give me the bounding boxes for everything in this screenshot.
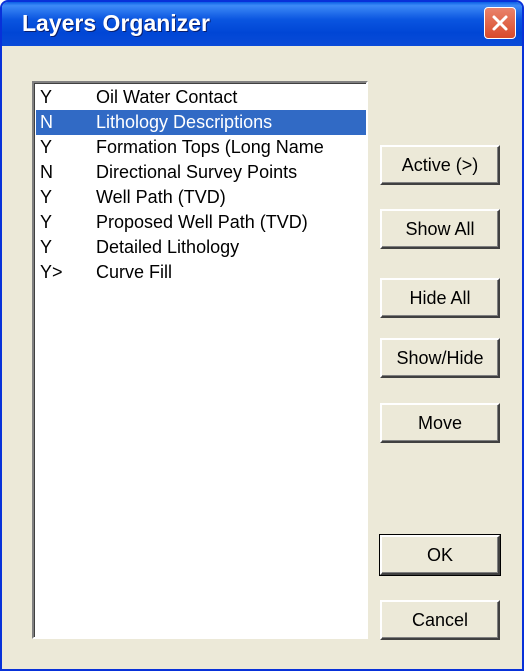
- show-hide-button[interactable]: Show/Hide: [380, 338, 500, 378]
- layer-visibility-flag: Y: [40, 212, 53, 232]
- layer-name: Oil Water Contact: [96, 87, 238, 107]
- list-item-selected[interactable]: N Lithology Descriptions: [36, 110, 366, 135]
- list-item[interactable]: Y Detailed Lithology: [36, 235, 366, 260]
- layer-visibility-flag: N: [40, 112, 53, 132]
- layer-visibility-flag: N: [40, 162, 53, 182]
- list-item[interactable]: N Directional Survey Points: [36, 160, 366, 185]
- layer-visibility-flag: Y: [40, 237, 53, 257]
- list-item[interactable]: Y> Curve Fill: [36, 260, 366, 285]
- list-item[interactable]: Y Proposed Well Path (TVD): [36, 210, 366, 235]
- active-button[interactable]: Active (>): [380, 145, 500, 185]
- layer-name: Curve Fill: [96, 262, 173, 282]
- list-item[interactable]: Y Oil Water Contact: [36, 85, 366, 110]
- layer-visibility-flag: Y: [40, 187, 53, 207]
- ok-button[interactable]: OK: [379, 534, 501, 576]
- close-icon: [492, 15, 508, 31]
- layer-name: Lithology Descriptions: [96, 112, 273, 132]
- layer-name: Formation Tops (Long Name: [96, 137, 324, 157]
- layer-name: Proposed Well Path (TVD): [96, 212, 308, 232]
- title-bar[interactable]: Layers Organizer: [2, 2, 522, 46]
- layer-name: Directional Survey Points: [96, 162, 298, 182]
- layers-list[interactable]: Y Oil Water Contact N Lithology Descript…: [32, 81, 368, 639]
- layer-visibility-flag: Y: [40, 137, 53, 157]
- layer-name: Well Path (TVD): [96, 187, 226, 207]
- close-button[interactable]: [484, 7, 516, 39]
- hide-all-button[interactable]: Hide All: [380, 278, 500, 318]
- layer-name: Detailed Lithology: [96, 237, 240, 257]
- window-title: Layers Organizer: [22, 10, 210, 36]
- list-item[interactable]: Y Well Path (TVD): [36, 185, 366, 210]
- layer-visibility-flag: Y: [40, 87, 53, 107]
- layers-organizer-dialog: Layers Organizer Y Oil Water Contact N L…: [0, 0, 524, 671]
- show-all-button[interactable]: Show All: [380, 209, 500, 249]
- list-item[interactable]: Y Formation Tops (Long Name: [36, 135, 366, 160]
- cancel-button[interactable]: Cancel: [380, 600, 500, 640]
- layer-visibility-flag: Y>: [40, 262, 63, 282]
- move-button[interactable]: Move: [380, 403, 500, 443]
